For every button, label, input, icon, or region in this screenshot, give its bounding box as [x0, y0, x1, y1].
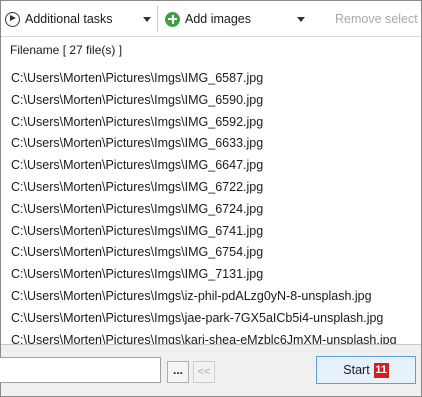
back-button[interactable]: << — [193, 361, 215, 383]
step-badge: 11 — [373, 362, 389, 378]
file-list-item[interactable]: C:\Users\Morten\Pictures\Imgs\IMG_6633.j… — [11, 133, 421, 155]
additional-tasks-label: Additional tasks — [25, 12, 113, 26]
file-list-item[interactable]: C:\Users\Morten\Pictures\Imgs\IMG_6647.j… — [11, 155, 421, 177]
remove-selected-label: Remove select — [335, 12, 418, 26]
start-label: Start — [343, 363, 370, 377]
file-list-item[interactable]: C:\Users\Morten\Pictures\Imgs\IMG_6722.j… — [11, 177, 421, 199]
add-images-label: Add images — [185, 12, 252, 26]
file-list-item[interactable]: C:\Users\Morten\Pictures\Imgs\IMG_6754.j… — [11, 242, 421, 264]
file-list-item[interactable]: C:\Users\Morten\Pictures\Imgs\jae-park-7… — [11, 308, 421, 330]
add-images-button[interactable]: Add images — [165, 7, 315, 31]
output-path-input[interactable] — [0, 357, 161, 383]
chevron-down-icon[interactable] — [297, 17, 305, 22]
add-circle-icon — [165, 11, 180, 27]
toolbar: Additional tasks Add images Remove selec… — [1, 1, 421, 37]
bottom-bar: ... << Start 11 — [0, 344, 421, 396]
remove-selected-button[interactable]: Remove select — [335, 7, 422, 31]
file-rows: C:\Users\Morten\Pictures\Imgs\IMG_6587.j… — [11, 68, 421, 344]
file-list-header[interactable]: Filename [ 27 file(s) ] — [10, 43, 122, 57]
file-list-item[interactable]: C:\Users\Morten\Pictures\Imgs\kari-shea-… — [11, 330, 421, 344]
file-list-item[interactable]: C:\Users\Morten\Pictures\Imgs\IMG_7131.j… — [11, 264, 421, 286]
additional-tasks-button[interactable]: Additional tasks — [5, 7, 155, 31]
file-list-item[interactable]: C:\Users\Morten\Pictures\Imgs\IMG_6590.j… — [11, 90, 421, 112]
chevron-down-icon[interactable] — [143, 17, 151, 22]
toolbar-separator — [157, 6, 158, 32]
batch-window: Additional tasks Add images Remove selec… — [0, 0, 422, 397]
file-list-item[interactable]: C:\Users\Morten\Pictures\Imgs\IMG_6587.j… — [11, 68, 421, 90]
file-list-item[interactable]: C:\Users\Morten\Pictures\Imgs\IMG_6592.j… — [11, 112, 421, 134]
file-list-item[interactable]: C:\Users\Morten\Pictures\Imgs\iz-phil-pd… — [11, 286, 421, 308]
play-circle-icon — [5, 11, 20, 27]
file-list-item[interactable]: C:\Users\Morten\Pictures\Imgs\IMG_6724.j… — [11, 199, 421, 221]
start-button[interactable]: Start 11 — [316, 356, 416, 384]
browse-button[interactable]: ... — [167, 361, 189, 383]
file-list-item[interactable]: C:\Users\Morten\Pictures\Imgs\IMG_6741.j… — [11, 221, 421, 243]
file-list[interactable]: Filename [ 27 file(s) ] C:\Users\Morten\… — [1, 38, 421, 344]
